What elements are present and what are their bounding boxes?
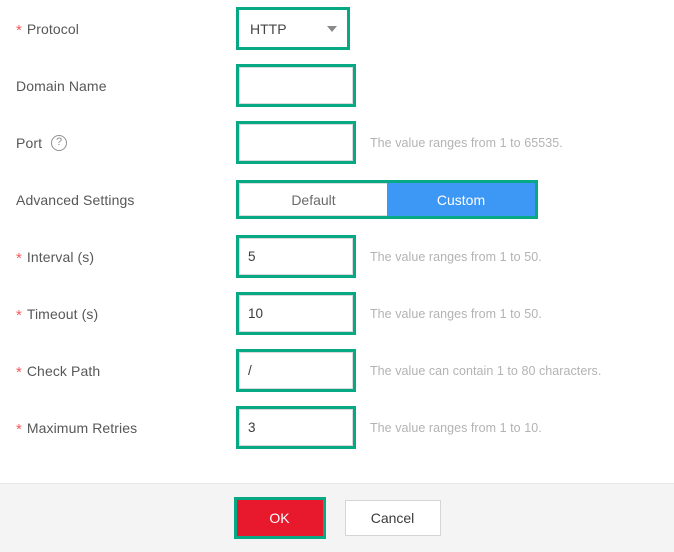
hint-check-path: The value can contain 1 to 80 characters… <box>370 363 602 378</box>
focus-ring-maximum-retries <box>236 406 356 449</box>
advanced-settings-segmented-control: Default Custom <box>239 183 535 216</box>
focus-ring-protocol: HTTP <box>236 7 350 50</box>
label-interval: * Interval (s) <box>0 248 236 267</box>
ok-button[interactable]: OK <box>236 500 323 536</box>
hint-maximum-retries: The value ranges from 1 to 10. <box>370 420 542 435</box>
hint-interval: The value ranges from 1 to 50. <box>370 249 542 264</box>
protocol-select[interactable]: HTTP <box>239 10 347 47</box>
required-marker-icon: * <box>16 22 22 39</box>
focus-ring-ok-button: OK <box>233 497 326 539</box>
form-row-domain-name: Domain Name <box>0 57 674 114</box>
form-row-maximum-retries: * Maximum Retries The value ranges from … <box>0 399 674 456</box>
label-text-advanced-settings: Advanced Settings <box>16 191 135 208</box>
label-text-check-path: Check Path <box>26 362 101 379</box>
focus-ring-advanced-settings: Default Custom <box>236 180 538 219</box>
segment-custom[interactable]: Custom <box>387 183 535 216</box>
form-row-port: Port ? The value ranges from 1 to 65535. <box>0 114 674 171</box>
required-marker-icon: * <box>16 250 22 267</box>
focus-ring-timeout <box>236 292 356 335</box>
form-row-advanced-settings: Advanced Settings Default Custom <box>0 171 674 228</box>
required-marker-icon: * <box>16 307 22 324</box>
label-protocol: * Protocol <box>0 20 236 39</box>
focus-ring-domain-name <box>236 64 356 107</box>
question-circle-icon[interactable]: ? <box>51 134 68 151</box>
cancel-button[interactable]: Cancel <box>344 500 441 536</box>
form-row-interval: * Interval (s) The value ranges from 1 t… <box>0 228 674 285</box>
interval-input[interactable] <box>239 238 353 275</box>
hint-timeout: The value ranges from 1 to 50. <box>370 306 542 321</box>
required-marker-icon: * <box>16 421 22 438</box>
label-text-timeout: Timeout (s) <box>26 305 99 322</box>
form-row-timeout: * Timeout (s) The value ranges from 1 to… <box>0 285 674 342</box>
domain-name-input[interactable] <box>239 67 353 104</box>
port-input[interactable] <box>239 124 353 161</box>
label-domain-name: Domain Name <box>0 78 236 94</box>
dialog-footer: OK Cancel <box>0 483 674 552</box>
timeout-input[interactable] <box>239 295 353 332</box>
protocol-select-value: HTTP <box>250 20 287 37</box>
label-text-domain-name: Domain Name <box>16 77 107 94</box>
label-check-path: * Check Path <box>0 362 236 381</box>
label-port: Port ? <box>0 134 236 151</box>
maximum-retries-input[interactable] <box>239 409 353 446</box>
required-marker-icon: * <box>16 364 22 381</box>
focus-ring-port <box>236 121 356 164</box>
hint-port: The value ranges from 1 to 65535. <box>370 135 563 150</box>
check-path-input[interactable] <box>239 352 353 389</box>
form-row-protocol: * Protocol HTTP <box>0 0 674 57</box>
label-text-interval: Interval (s) <box>26 248 95 265</box>
health-check-form: * Protocol HTTP Domain Name Port ? The v… <box>0 0 674 483</box>
label-text-maximum-retries: Maximum Retries <box>26 419 138 436</box>
segment-default[interactable]: Default <box>239 183 387 216</box>
label-timeout: * Timeout (s) <box>0 305 236 324</box>
label-text-port: Port <box>16 134 43 151</box>
chevron-down-icon <box>327 25 337 32</box>
focus-ring-check-path <box>236 349 356 392</box>
label-maximum-retries: * Maximum Retries <box>0 419 236 438</box>
label-advanced-settings: Advanced Settings <box>0 192 236 208</box>
focus-ring-interval <box>236 235 356 278</box>
label-text-protocol: Protocol <box>26 20 80 37</box>
form-row-check-path: * Check Path The value can contain 1 to … <box>0 342 674 399</box>
